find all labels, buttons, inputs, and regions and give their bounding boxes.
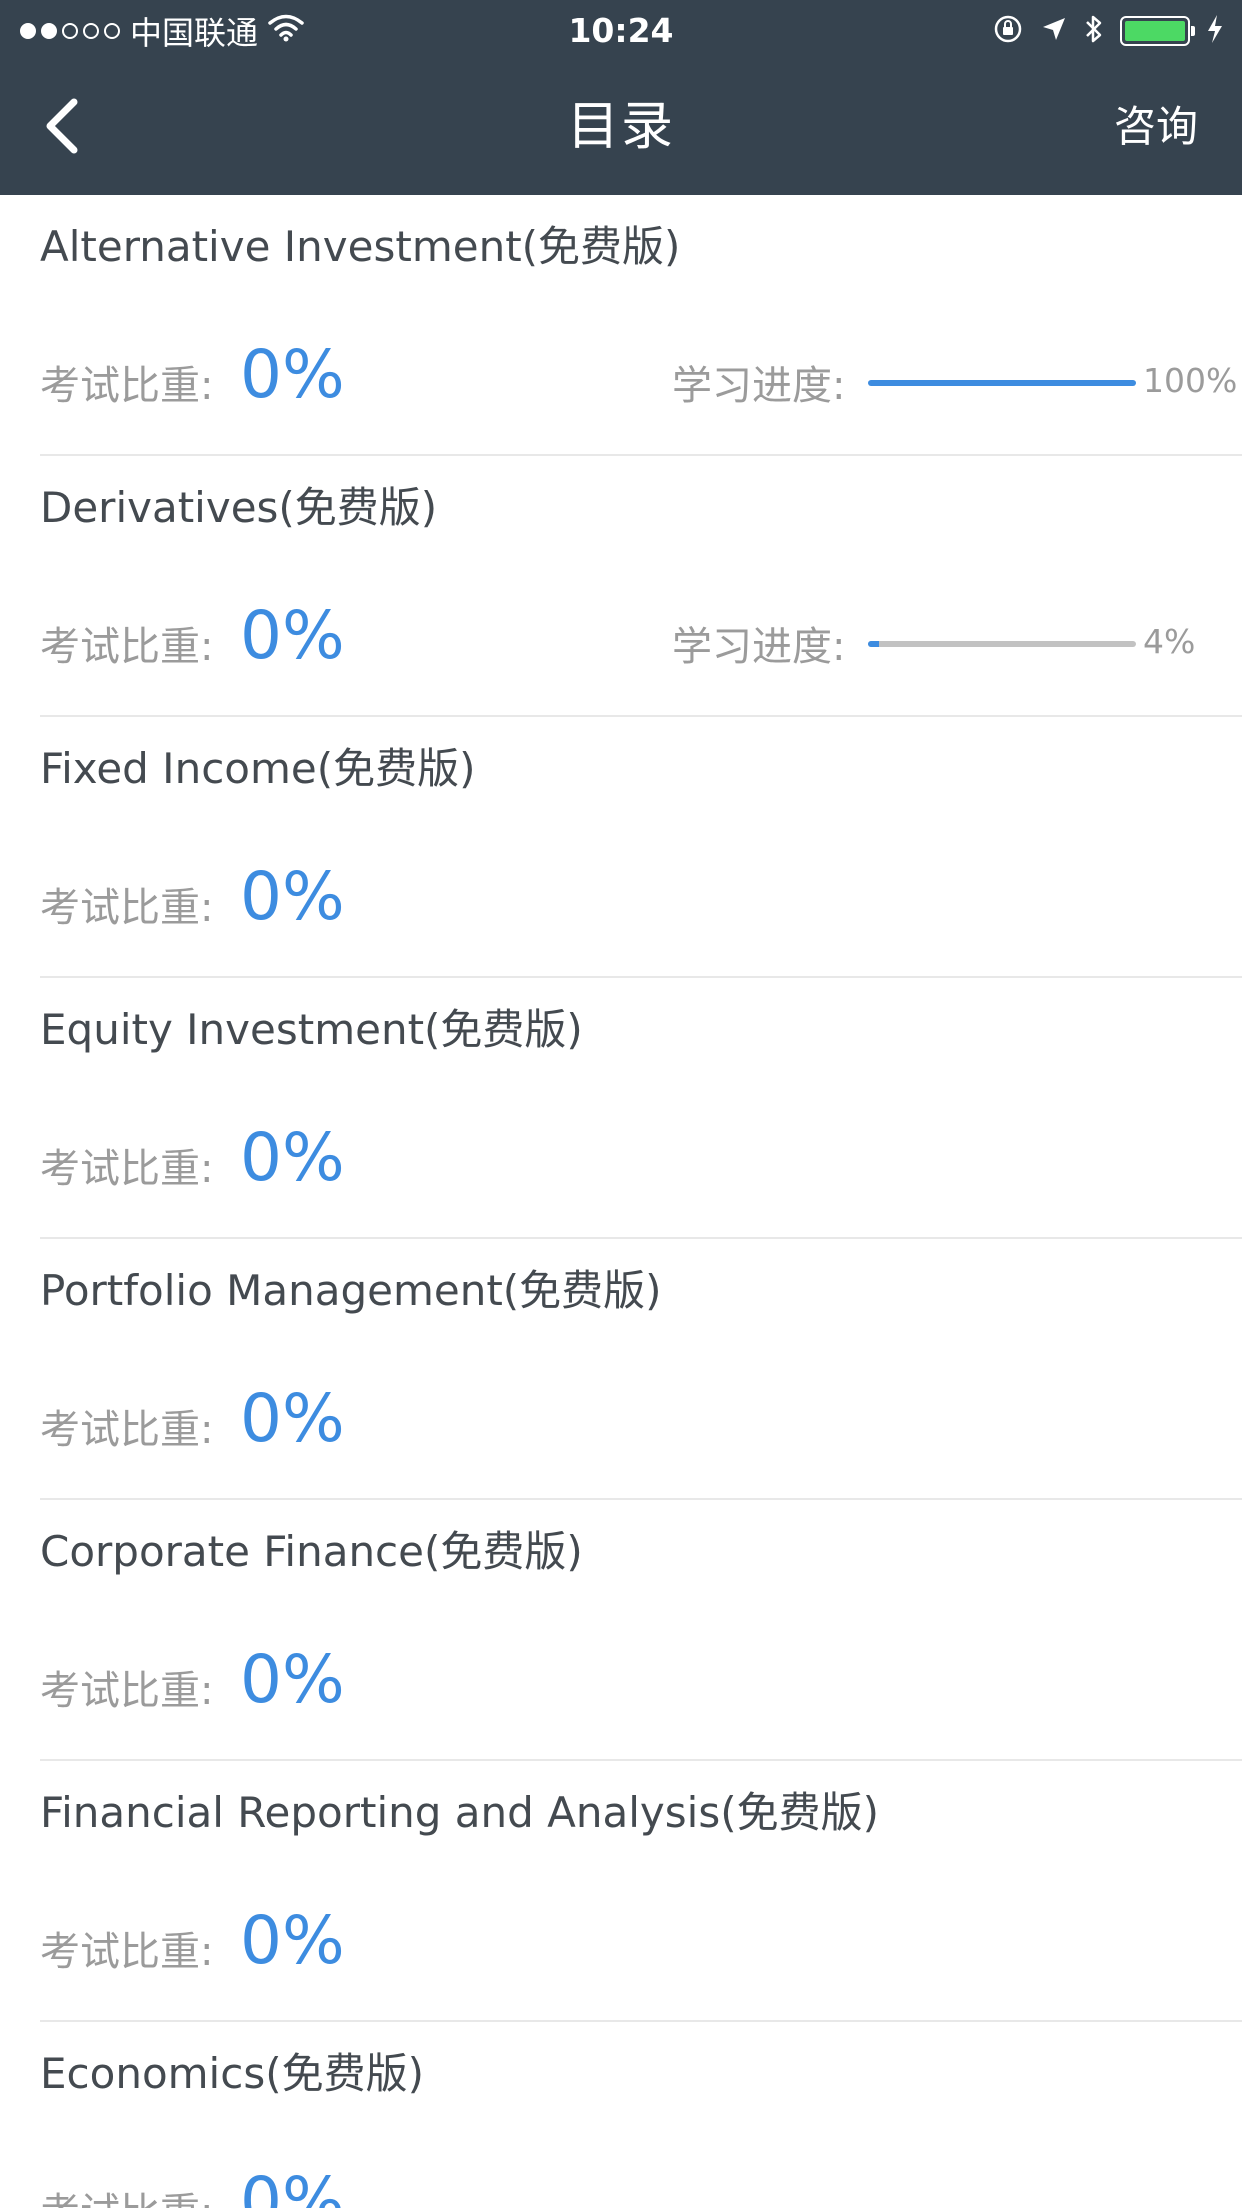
nav-bar: 目录 咨询 xyxy=(0,62,1242,195)
list-item[interactable]: Portfolio Management(免费版) 考试比重: 0% xyxy=(0,1239,1242,1500)
exam-weight-value: 0% xyxy=(240,336,345,413)
chapter-title: Derivatives(免费版) xyxy=(40,483,438,532)
exam-weight-label: 考试比重: xyxy=(40,885,214,931)
list-item[interactable]: Corporate Finance(免费版) 考试比重: 0% xyxy=(0,1500,1242,1761)
chapter-title: Fixed Income(免费版) xyxy=(40,744,476,793)
list-item[interactable]: Fixed Income(免费版) 考试比重: 0% xyxy=(0,717,1242,978)
exam-weight-label: 考试比重: xyxy=(40,1407,214,1453)
status-bar: 中国联通 10:24 xyxy=(0,0,1242,62)
exam-weight-label: 考试比重: xyxy=(40,1668,214,1714)
exam-weight-label: 考试比重: xyxy=(40,1146,214,1192)
study-progress-label: 学习进度: xyxy=(672,624,846,670)
exam-weight-label: 考试比重: xyxy=(40,624,214,670)
list-item[interactable]: Economics(免费版) 考试比重: 0% xyxy=(0,2022,1242,2208)
list-item[interactable]: Derivatives(免费版) 考试比重: 0% 学习进度: 4% xyxy=(0,456,1242,717)
top-bar: 中国联通 10:24 目录 咨询 xyxy=(0,0,1242,195)
chapter-title: Portfolio Management(免费版) xyxy=(40,1266,662,1315)
study-progress-fill xyxy=(868,641,879,647)
exam-weight-value: 0% xyxy=(240,597,345,674)
exam-weight-label: 考试比重: xyxy=(40,2180,213,2208)
list-item[interactable]: Alternative Investment(免费版) 考试比重: 0% 学习进度: 1… xyxy=(0,195,1242,456)
chapter-title: Equity Investment(免费版) xyxy=(40,1005,583,1054)
chapter-title: Financial Reporting and Analysis(免费版) xyxy=(40,1788,879,1837)
study-progress-bar xyxy=(868,380,1136,386)
orientation-lock-icon xyxy=(992,13,1024,49)
page: 中国联通 10:24 目录 咨询 Alternative Investment(… xyxy=(0,0,1242,2208)
chapter-title: Corporate Finance(免费版) xyxy=(40,1527,583,1576)
exam-weight-value: 0% xyxy=(240,858,345,935)
consult-button[interactable]: 咨询 xyxy=(1114,62,1198,195)
list-item[interactable]: Equity Investment(免费版) 考试比重: 0% xyxy=(0,978,1242,1239)
study-progress-value: 4% xyxy=(1143,622,1196,661)
bluetooth-icon xyxy=(1084,13,1104,49)
charging-icon xyxy=(1206,14,1224,48)
page-title: 目录 xyxy=(566,97,675,157)
chapter-list: Alternative Investment(免费版) 考试比重: 0% 学习进度: 1… xyxy=(0,195,1242,2208)
list-item[interactable]: Financial Reporting and Analysis(免费版) 考试比… xyxy=(0,1761,1242,2022)
study-progress-bar xyxy=(868,641,1136,647)
battery-icon xyxy=(1120,16,1195,46)
study-progress-value: 100% xyxy=(1143,361,1238,400)
study-progress-fill xyxy=(868,380,1136,386)
status-right xyxy=(992,10,1224,52)
location-icon xyxy=(1040,15,1068,47)
exam-weight-label: 考试比重: xyxy=(40,1929,214,1975)
exam-weight-value: 0% xyxy=(240,2163,345,2208)
exam-weight-value: 0% xyxy=(240,1380,345,1457)
chapter-title: Economics(免费版) xyxy=(40,2049,424,2098)
battery-fill xyxy=(1125,21,1185,41)
exam-weight-label: 考试比重: xyxy=(40,363,214,409)
study-progress-label: 学习进度: xyxy=(672,363,846,409)
exam-weight-value: 0% xyxy=(240,1902,345,1979)
exam-weight-value: 0% xyxy=(240,1119,345,1196)
chapter-title: Alternative Investment(免费版) xyxy=(40,222,681,271)
exam-weight-value: 0% xyxy=(240,1641,345,1718)
